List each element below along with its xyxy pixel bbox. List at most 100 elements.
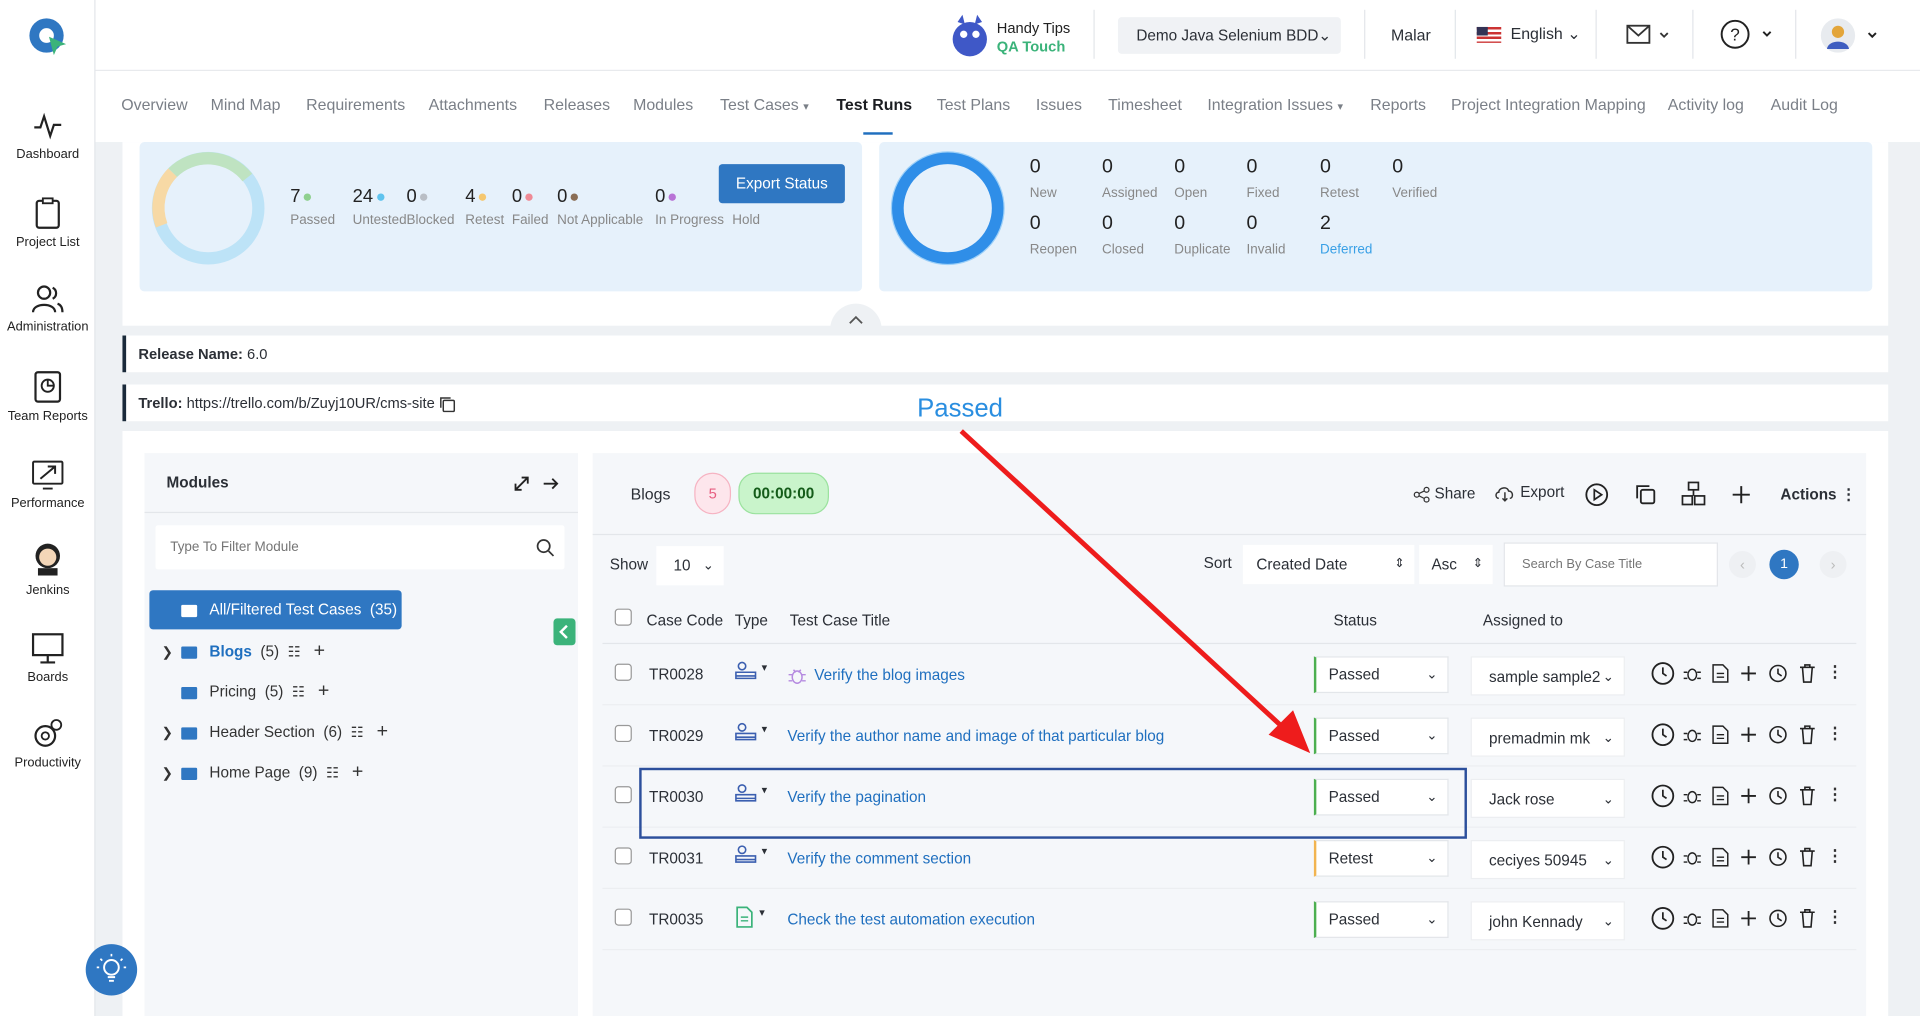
- language-select[interactable]: English ⌄: [1476, 24, 1581, 44]
- bug-icon[interactable]: [1682, 847, 1702, 867]
- header-type[interactable]: Type: [735, 612, 768, 629]
- row-checkbox[interactable]: [614, 724, 632, 743]
- arrow-right-icon[interactable]: [541, 474, 561, 494]
- history-icon[interactable]: [1768, 909, 1788, 929]
- sidebar-item-productivity[interactable]: Productivity: [0, 716, 96, 770]
- history-icon[interactable]: [1768, 725, 1788, 745]
- select-all-checkbox[interactable]: [614, 608, 632, 626]
- document-icon[interactable]: [1712, 725, 1729, 745]
- plus-icon[interactable]: [1740, 726, 1757, 743]
- play-icon[interactable]: [1585, 482, 1609, 507]
- bug-icon[interactable]: [1682, 664, 1702, 684]
- row-checkbox[interactable]: [614, 663, 632, 681]
- case-title-link[interactable]: Verify the comment section: [787, 850, 971, 867]
- trash-icon[interactable]: [1799, 786, 1816, 806]
- tab-activity-log[interactable]: Activity log: [1668, 96, 1744, 114]
- run-timer-icon[interactable]: [1651, 722, 1675, 747]
- copy-icon[interactable]: [439, 395, 456, 412]
- actions-menu[interactable]: Actions ⋮: [1780, 485, 1856, 503]
- tab-issues[interactable]: Issues: [1036, 96, 1082, 114]
- copy-icon[interactable]: [1633, 482, 1657, 506]
- sidebar-item-administration[interactable]: Administration: [0, 283, 96, 334]
- chevron-right-icon[interactable]: ❯: [162, 721, 182, 745]
- chevron-right-icon[interactable]: ❯: [162, 640, 182, 664]
- run-timer-icon[interactable]: [1651, 845, 1675, 869]
- chevron-right-icon[interactable]: ❯: [162, 762, 182, 786]
- help-menu[interactable]: ?: [1719, 17, 1780, 57]
- mail-menu[interactable]: [1626, 22, 1677, 55]
- submodule-tree-icon[interactable]: ☷: [288, 643, 301, 660]
- table-row[interactable]: TR0035 ▾ Check the test automation executi…: [602, 889, 1857, 951]
- type-select[interactable]: ▾: [735, 906, 765, 934]
- table-row[interactable]: TR0030 ▾ Verify the pagination Passed ⌄ Jack …: [602, 767, 1857, 828]
- all-filtered-test-cases[interactable]: All/Filtered Test Cases (35): [149, 590, 402, 630]
- run-timer-icon[interactable]: [1651, 906, 1675, 930]
- table-row[interactable]: TR0031 ▾ Verify the comment section Retest ⌄…: [602, 828, 1857, 889]
- tab-attachments[interactable]: Attachments: [429, 96, 517, 114]
- export-button[interactable]: Export: [1494, 484, 1564, 502]
- plus-icon[interactable]: [1730, 484, 1752, 506]
- project-select[interactable]: Demo Java Selenium BDD ⌄: [1117, 17, 1341, 54]
- issue-stat-deferred[interactable]: 2 Deferred: [1320, 213, 1372, 257]
- tab-requirements[interactable]: Requirements: [306, 96, 405, 114]
- tab-test-cases[interactable]: Test Cases ▾: [720, 96, 809, 114]
- plus-icon[interactable]: [1740, 787, 1757, 804]
- module-item-blogs[interactable]: ❯ Blogs (5) ☷ +: [162, 639, 554, 663]
- header-status[interactable]: Status: [1333, 612, 1376, 629]
- kebab-icon[interactable]: ⋮: [1827, 785, 1843, 803]
- document-icon[interactable]: [1712, 664, 1729, 684]
- module-item-pricing[interactable]: Pricing (5) ☷ +: [162, 680, 554, 704]
- document-icon[interactable]: [1712, 847, 1729, 867]
- sidebar-item-boards[interactable]: Boards: [0, 631, 96, 684]
- tab-audit-log[interactable]: Audit Log: [1771, 96, 1838, 114]
- module-filter-field[interactable]: [155, 525, 565, 570]
- submodule-tree-icon[interactable]: ☷: [326, 764, 339, 781]
- trash-icon[interactable]: [1799, 847, 1816, 867]
- assignee-select[interactable]: Jack rose ⌄: [1470, 778, 1625, 818]
- kebab-icon[interactable]: ⋮: [1827, 847, 1843, 865]
- trash-icon[interactable]: [1799, 909, 1816, 929]
- plus-icon[interactable]: [1740, 665, 1757, 682]
- history-icon[interactable]: [1768, 786, 1788, 806]
- plus-icon[interactable]: [1740, 849, 1757, 866]
- sidebar-item-project-list[interactable]: Project List: [0, 196, 96, 250]
- run-timer-icon[interactable]: [1651, 661, 1675, 685]
- plus-icon[interactable]: [1740, 910, 1757, 927]
- page-size-select[interactable]: 10 ⌄: [656, 546, 724, 586]
- submodule-tree-icon[interactable]: ☷: [351, 724, 364, 741]
- run-timer-icon[interactable]: [1651, 784, 1675, 808]
- status-select[interactable]: Retest ⌄: [1313, 840, 1449, 877]
- bug-icon[interactable]: [1682, 725, 1702, 745]
- bug-icon[interactable]: [1682, 786, 1702, 806]
- sidebar-item-jenkins[interactable]: Jenkins: [0, 541, 96, 598]
- case-title-link[interactable]: Verify the blog images: [787, 666, 965, 686]
- header-case-code[interactable]: Case Code: [647, 612, 724, 629]
- add-module-icon[interactable]: +: [377, 721, 388, 742]
- app-logo[interactable]: [27, 15, 69, 57]
- assignee-select[interactable]: sample sample2 ⌄: [1470, 656, 1625, 696]
- sort-order-select[interactable]: Asc ⇕: [1419, 544, 1493, 585]
- kebab-icon[interactable]: ⋮: [1827, 724, 1843, 742]
- tab-mind-map[interactable]: Mind Map: [211, 96, 281, 114]
- sidebar-item-performance[interactable]: Performance: [0, 457, 96, 511]
- tips-lightbulb-button[interactable]: [85, 944, 138, 996]
- collapse-modules-button[interactable]: [553, 618, 576, 646]
- expand-icon[interactable]: [512, 474, 532, 494]
- tab-integration-issues[interactable]: Integration Issues ▾: [1207, 96, 1343, 114]
- type-select[interactable]: ▾: [735, 784, 767, 810]
- header-assigned[interactable]: Assigned to: [1483, 612, 1563, 629]
- document-icon[interactable]: [1712, 909, 1729, 929]
- tab-test-plans[interactable]: Test Plans: [937, 96, 1010, 114]
- module-item-header-section[interactable]: ❯ Header Section (6) ☷ +: [162, 720, 554, 744]
- submodule-tree-icon[interactable]: ☷: [292, 683, 305, 700]
- module-filter-input[interactable]: [155, 525, 511, 570]
- row-checkbox[interactable]: [614, 786, 632, 804]
- trash-icon[interactable]: [1799, 664, 1816, 684]
- type-select[interactable]: ▾: [735, 722, 767, 748]
- row-checkbox[interactable]: [614, 847, 632, 865]
- tab-timesheet[interactable]: Timesheet: [1108, 96, 1182, 114]
- module-item-home-page[interactable]: ❯ Home Page (9) ☷ +: [162, 760, 554, 784]
- tab-releases[interactable]: Releases: [544, 96, 610, 114]
- row-checkbox[interactable]: [614, 908, 632, 926]
- case-title-search-input[interactable]: [1503, 542, 1718, 587]
